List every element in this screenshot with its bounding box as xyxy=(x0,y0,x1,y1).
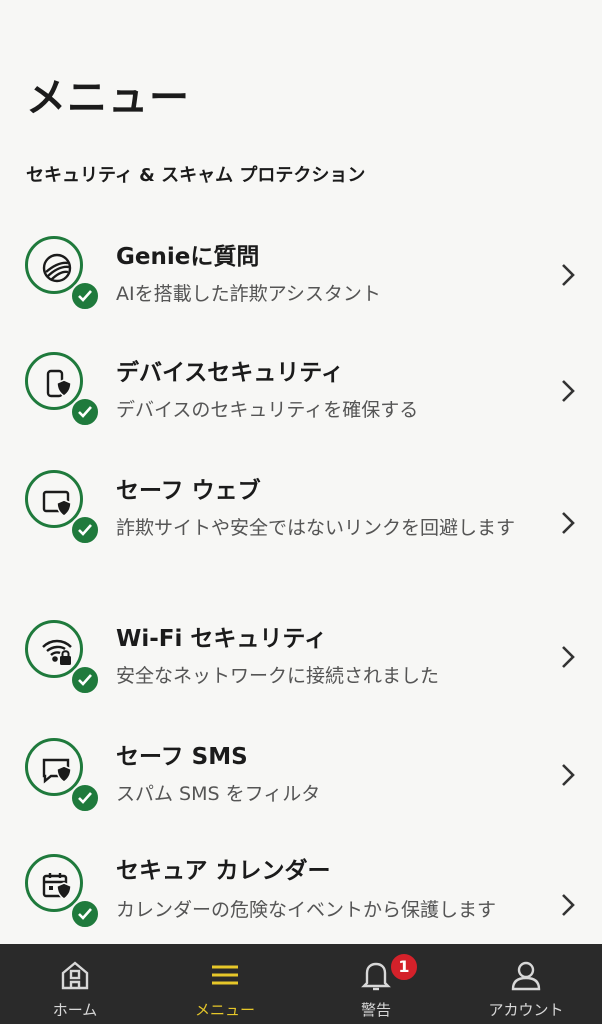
device-shield-icon xyxy=(25,352,100,427)
menu-item-device-security[interactable]: デバイスセキュリティ デバイスのセキュリティを確保する xyxy=(0,352,602,452)
menu-screen: メニュー セキュリティ & スキャム プロテクション Genieに質問 AIを搭… xyxy=(0,0,602,944)
nav-menu[interactable]: メニュー xyxy=(150,944,300,1024)
genie-icon xyxy=(25,236,100,311)
check-icon xyxy=(70,665,100,695)
menu-item-desc: デバイスのセキュリティを確保する xyxy=(116,399,419,421)
account-icon xyxy=(511,961,541,991)
nav-alerts[interactable]: 1 警告 xyxy=(301,944,451,1024)
check-icon xyxy=(70,397,100,427)
menu-item-title: Genieに質問 xyxy=(116,244,260,270)
menu-item-title: Wi-Fi セキュリティ xyxy=(116,626,328,652)
wifi-lock-icon xyxy=(25,620,100,695)
nav-home[interactable]: ホーム xyxy=(0,944,150,1024)
menu-item-desc: 詐欺サイトや安全ではないリンクを回避します xyxy=(116,517,516,539)
menu-icon xyxy=(212,965,238,985)
menu-item-desc: AIを搭載した詐欺アシスタント xyxy=(116,283,381,305)
menu-item-secure-calendar[interactable]: セキュア カレンダー カレンダーの危険なイベントから保護します xyxy=(0,854,602,944)
menu-item-safe-web[interactable]: セーフ ウェブ 詐欺サイトや安全ではないリンクを回避します xyxy=(0,470,602,600)
chevron-right-icon xyxy=(562,646,575,668)
check-icon xyxy=(70,783,100,813)
check-icon xyxy=(70,899,100,929)
menu-item-ask-genie[interactable]: Genieに質問 AIを搭載した詐欺アシスタント xyxy=(0,236,602,336)
menu-item-desc: 安全なネットワークに接続されました xyxy=(116,665,440,687)
chevron-right-icon xyxy=(562,380,575,402)
section-title: セキュリティ & スキャム プロテクション xyxy=(26,165,366,186)
nav-home-label: ホーム xyxy=(52,1001,98,1019)
chevron-right-icon xyxy=(562,512,575,534)
menu-item-title: セーフ ウェブ xyxy=(116,478,261,504)
bottom-nav: ホーム メニュー 1 警告 アカウント xyxy=(0,944,602,1024)
web-shield-icon xyxy=(25,470,100,545)
chevron-right-icon xyxy=(562,264,575,286)
chevron-right-icon xyxy=(562,764,575,786)
menu-item-desc: カレンダーの危険なイベントから保護します xyxy=(116,899,497,921)
nav-menu-label: メニュー xyxy=(194,1001,255,1019)
home-icon xyxy=(61,961,89,990)
menu-item-title: デバイスセキュリティ xyxy=(116,360,344,386)
nav-account-label: アカウント xyxy=(488,1001,564,1019)
bell-icon xyxy=(361,962,391,991)
menu-item-wifi-security[interactable]: Wi-Fi セキュリティ 安全なネットワークに接続されました xyxy=(0,620,602,720)
menu-item-safe-sms[interactable]: セーフ SMS スパム SMS をフィルタ xyxy=(0,738,602,838)
check-icon xyxy=(70,515,100,545)
menu-item-desc: スパム SMS をフィルタ xyxy=(116,783,321,805)
check-icon xyxy=(70,281,100,311)
calendar-shield-icon xyxy=(25,854,100,929)
menu-item-title: セーフ SMS xyxy=(116,744,248,770)
page-title: メニュー xyxy=(26,75,190,121)
nav-account[interactable]: アカウント xyxy=(451,944,601,1024)
nav-alerts-label: 警告 xyxy=(360,1001,391,1019)
sms-shield-icon xyxy=(25,738,100,813)
chevron-right-icon xyxy=(562,894,575,916)
alert-count-badge: 1 xyxy=(389,952,419,982)
menu-item-title: セキュア カレンダー xyxy=(116,858,331,884)
